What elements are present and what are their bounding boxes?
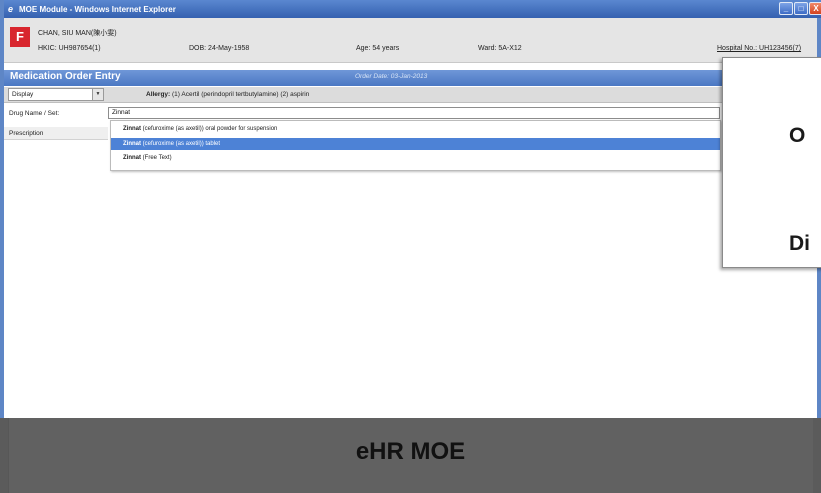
maximize-button[interactable]: □ <box>794 2 808 15</box>
module-title: Medication Order Entry <box>10 71 121 82</box>
slide-caption: eHR MOE <box>355 438 466 465</box>
patient-header: F CHAN, SIU MAN(陳小雯) HKIC: UH987654(1) D… <box>4 18 817 63</box>
suggestion-drug-name: Zinnat <box>123 155 141 161</box>
toolbar-row: Display ▼ Allergy: (1) Acertil (perindop… <box>4 87 817 103</box>
browser-window: e MOE Module - Windows Internet Explorer… <box>0 0 821 420</box>
suggestion-detail: (cefuroxime (as axetil)) tablet <box>142 141 221 147</box>
display-select-value: Display <box>12 91 34 98</box>
drug-name-input[interactable]: Zinnat <box>108 107 720 119</box>
suggestion-detail: (Free Text) <box>142 155 172 161</box>
window-controls: _ □ X <box>779 2 821 15</box>
order-date: Order Date: 03-Jan-2013 <box>355 73 428 80</box>
suggestion-drug-name: Zinnat <box>123 126 141 132</box>
allergy-text: (1) Acertil (perindopril tertbutylamine)… <box>172 91 310 98</box>
drug-suggestion-list: Zinnat (cefuroxime (as axetil)) oral pow… <box>110 120 721 171</box>
ie-icon: e <box>8 3 14 14</box>
suggestion-item[interactable]: Zinnat (cefuroxime (as axetil)) oral pow… <box>111 123 720 135</box>
window-title: MOE Module - Windows Internet Explorer <box>19 4 176 14</box>
overlay-text-2: Di <box>789 232 810 255</box>
suggestion-item[interactable]: Zinnat (cefuroxime (as axetil)) tablet <box>111 138 720 150</box>
screenshot-stage: e MOE Module - Windows Internet Explorer… <box>0 0 821 493</box>
sex-badge: F <box>10 27 30 47</box>
window-titlebar: e MOE Module - Windows Internet Explorer… <box>4 0 821 18</box>
allergy-info: Allergy: (1) Acertil (perindopril tertbu… <box>146 91 309 98</box>
suggestion-detail: (cefuroxime (as axetil)) oral powder for… <box>142 126 278 132</box>
patient-hkic: HKIC: UH987654(1) <box>38 45 101 52</box>
prescription-label: Prescription <box>4 127 108 140</box>
hospital-number-link[interactable]: Hospital No.: UH123456(7) <box>717 45 801 52</box>
suggestion-drug-name: Zinnat <box>123 141 141 147</box>
allergy-label: Allergy: <box>146 91 171 98</box>
patient-ward: Ward: 5A-X12 <box>478 45 522 52</box>
drug-name-label: Drug Name / Set: <box>9 110 60 117</box>
chevron-down-icon[interactable]: ▼ <box>92 89 103 100</box>
close-button[interactable]: X <box>809 2 821 15</box>
module-header-bar: Medication Order Entry Order Date: 03-Ja… <box>4 70 817 86</box>
slide-overlay-box: O Di <box>722 57 821 268</box>
minimize-button[interactable]: _ <box>779 2 793 15</box>
patient-age: Age: 54 years <box>356 45 400 52</box>
suggestion-item[interactable]: Zinnat (Free Text) <box>111 152 720 164</box>
patient-dob: DOB: 24-May-1958 <box>189 45 250 52</box>
overlay-text-1: O <box>789 124 806 147</box>
display-select[interactable]: Display ▼ <box>8 88 104 101</box>
patient-name: CHAN, SIU MAN(陳小雯) <box>38 30 117 37</box>
